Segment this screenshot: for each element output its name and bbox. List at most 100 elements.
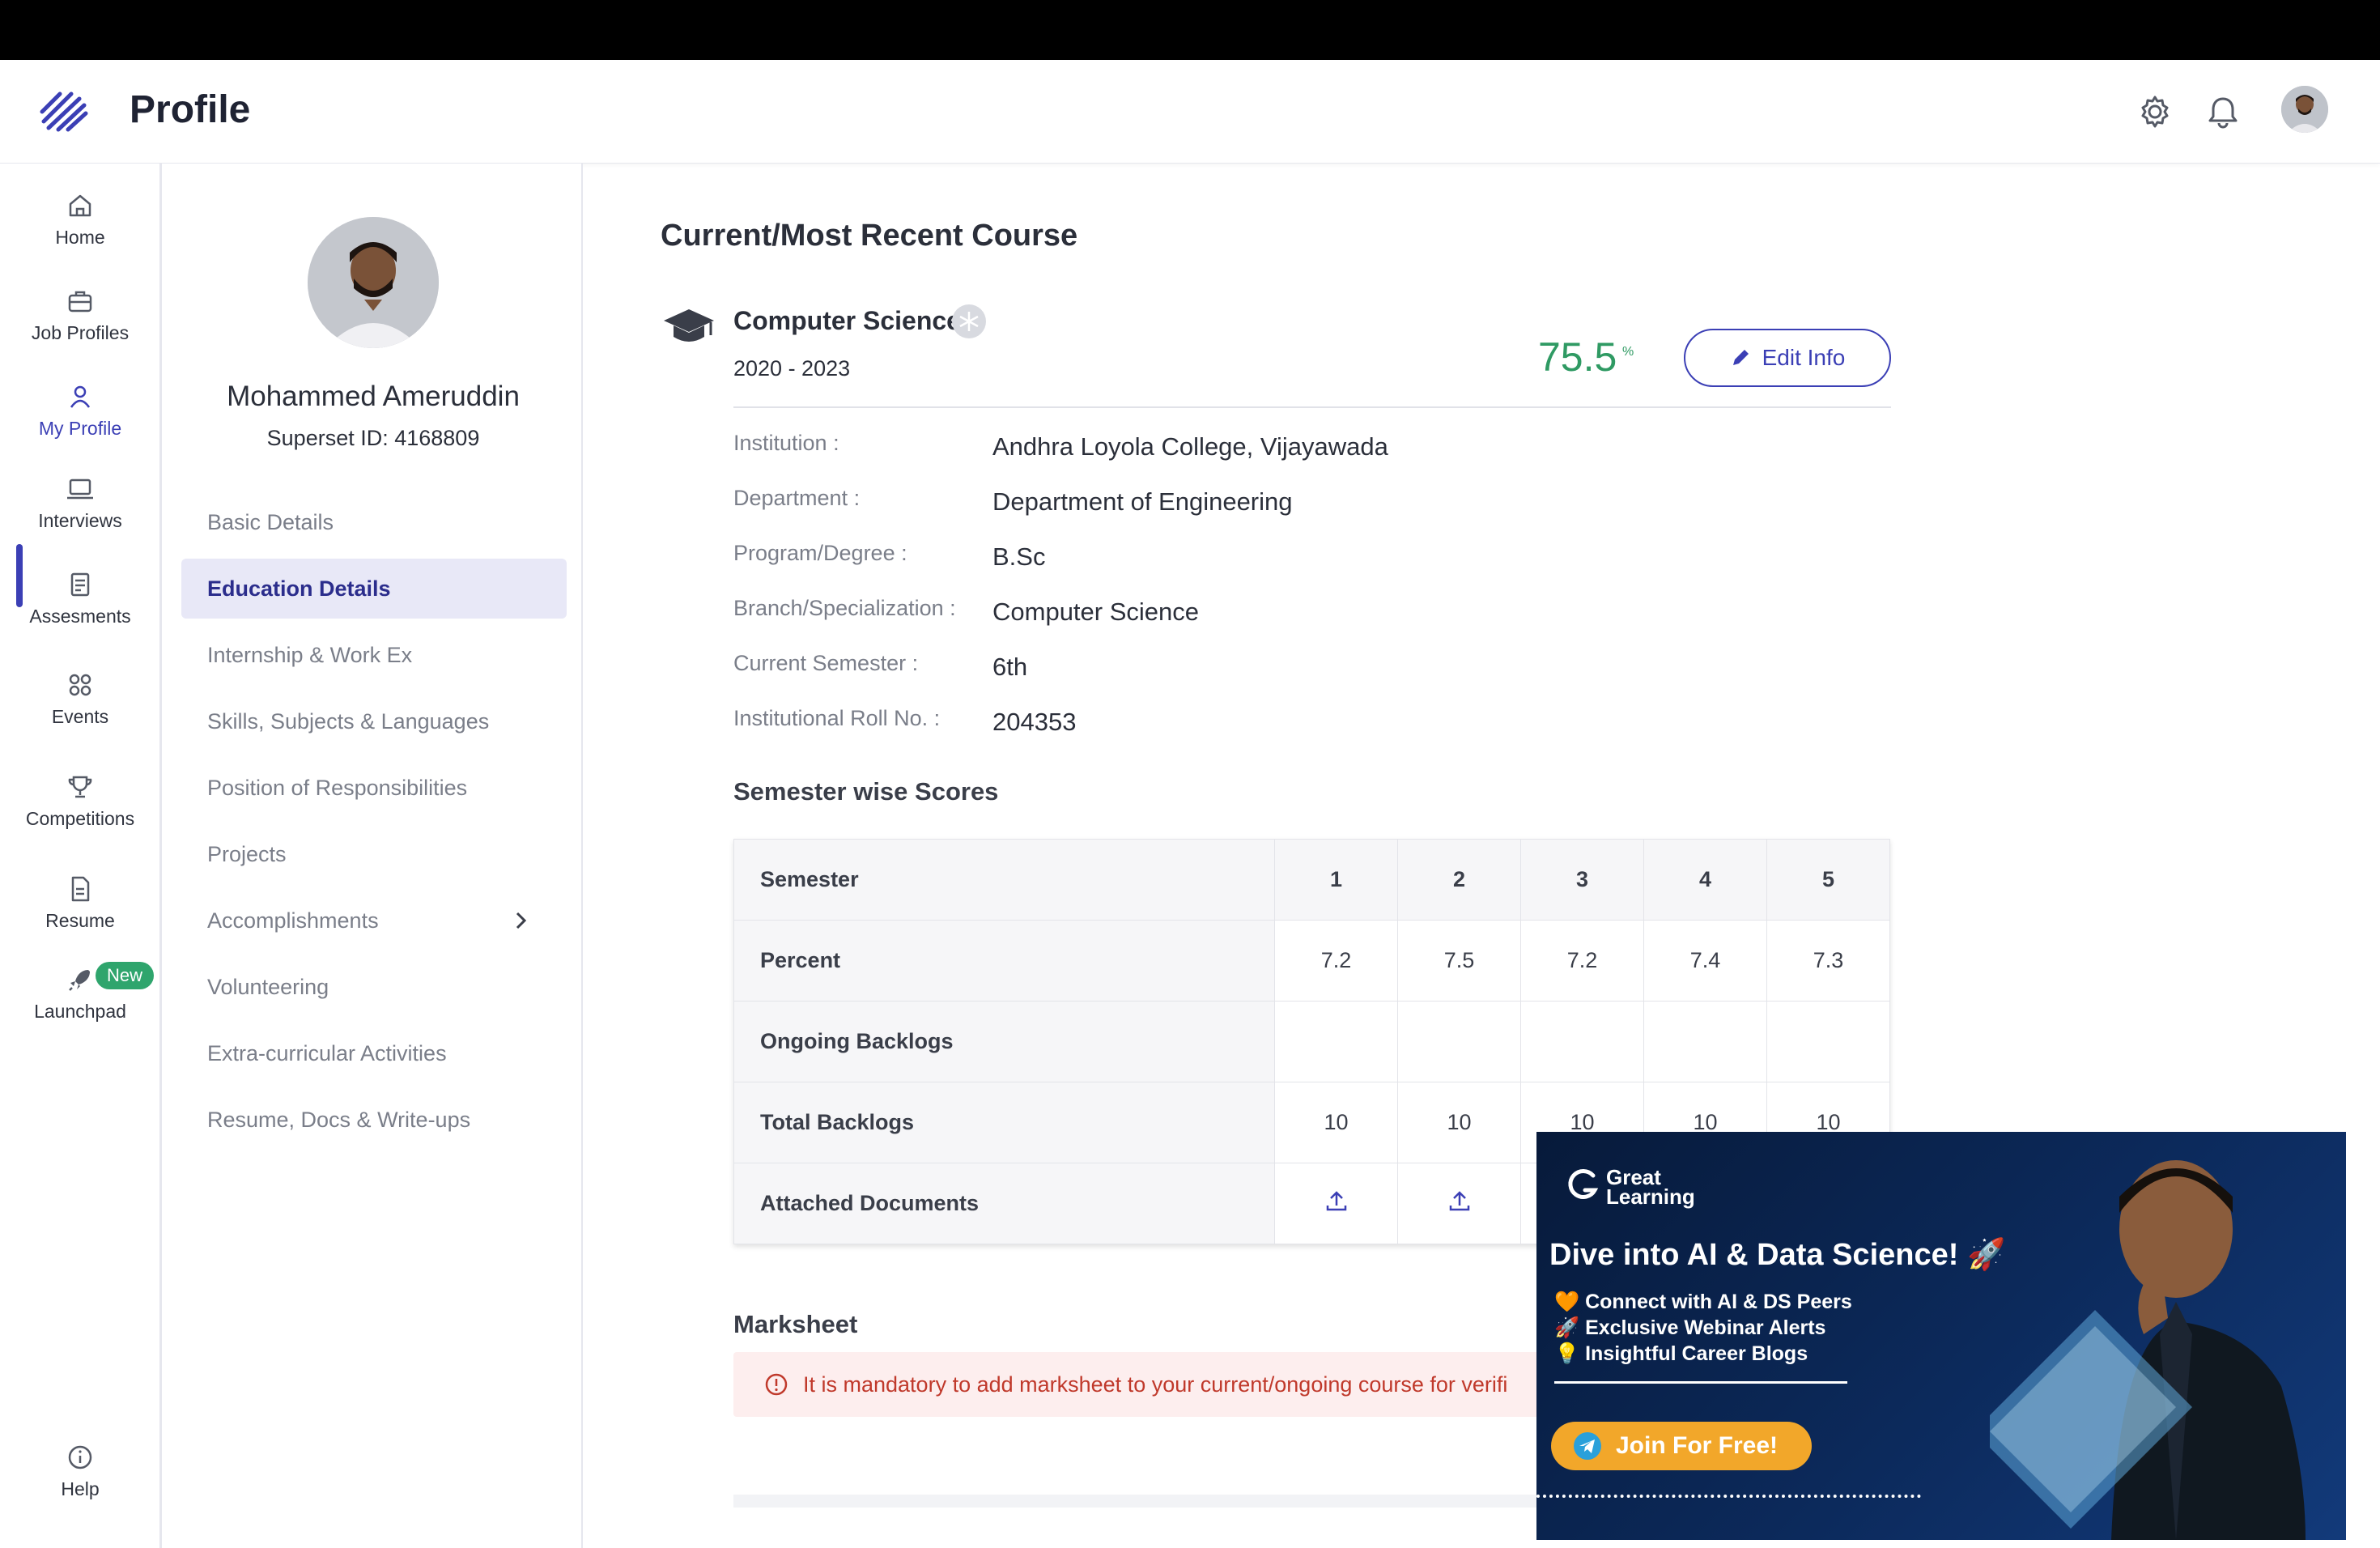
- join-button-label: Join For Free!: [1616, 1432, 1779, 1459]
- nav-interviews[interactable]: Interviews: [0, 473, 160, 554]
- nav-label: Resume: [45, 910, 115, 931]
- graduation-cap-icon: [664, 309, 714, 342]
- row-label: Percent: [733, 920, 1275, 1002]
- alert-icon: [765, 1373, 788, 1396]
- row-label: Ongoing Backlogs: [733, 1001, 1275, 1082]
- table-header-cell: 5: [1766, 839, 1890, 921]
- pencil-icon: [1732, 350, 1749, 365]
- superset-id: Superset ID: 4168809: [266, 426, 480, 450]
- profile-sidebar: Mohammed Ameruddin Superset ID: 4168809 …: [160, 164, 583, 1548]
- nav-assesments[interactable]: Assesments: [0, 568, 160, 649]
- course-percent: 75.5: [1538, 334, 1617, 380]
- ad-brand: Great Learning: [1606, 1167, 1695, 1209]
- chevron-right-icon: [516, 912, 527, 929]
- nav-home[interactable]: Home: [0, 189, 160, 270]
- edit-info-button[interactable]: Edit Info: [1684, 329, 1891, 387]
- menu-resume-docs[interactable]: Resume, Docs & Write-ups: [181, 1090, 567, 1150]
- course-name: Computer Science: [733, 306, 961, 335]
- nav-label: Interviews: [38, 510, 122, 531]
- top-black-bar: [0, 0, 2380, 60]
- grid-icon: [69, 674, 91, 696]
- menu-extra-curricular[interactable]: Extra-curricular Activities: [181, 1023, 567, 1083]
- table-cell: 10: [1274, 1082, 1398, 1163]
- upload-cell[interactable]: [1397, 1163, 1521, 1244]
- alert-text: It is mandatory to add marksheet to your…: [803, 1372, 1508, 1397]
- menu-volunteering[interactable]: Volunteering: [181, 957, 567, 1017]
- nav-label: Help: [61, 1478, 100, 1499]
- row-label: Total Backlogs: [733, 1082, 1275, 1163]
- current-semester-label: Current Semester :: [733, 651, 919, 675]
- menu-projects[interactable]: Projects: [181, 824, 567, 884]
- course-years: 2020 - 2023: [733, 356, 851, 381]
- nav-events[interactable]: Events: [0, 669, 160, 750]
- briefcase-icon: [68, 291, 92, 313]
- ad-divider: [1554, 1381, 1847, 1384]
- upload-icon[interactable]: [1324, 1188, 1349, 1214]
- menu-skills-subjects-languages[interactable]: Skills, Subjects & Languages: [181, 691, 567, 751]
- menu-accomplishments[interactable]: Accomplishments: [181, 891, 567, 950]
- semester-scores-title: Semester wise Scores: [733, 777, 999, 806]
- table-header-cell: 4: [1643, 839, 1767, 921]
- bell-icon[interactable]: [2204, 92, 2242, 131]
- laptop-icon: [67, 478, 93, 500]
- clipboard-icon: [70, 572, 90, 597]
- edit-info-label: Edit Info: [1762, 345, 1846, 370]
- table-row: Ongoing Backlogs: [733, 1001, 1890, 1082]
- user-avatar[interactable]: [2281, 86, 2328, 133]
- row-label: Attached Documents: [733, 1163, 1275, 1244]
- user-icon: [70, 385, 91, 408]
- app-header: Profile: [0, 60, 2380, 164]
- profile-photo: [308, 217, 439, 348]
- section-title: Current/Most Recent Course: [661, 219, 1078, 253]
- menu-internship-work-ex[interactable]: Internship & Work Ex: [181, 625, 567, 685]
- join-for-free-button[interactable]: Join For Free!: [1551, 1422, 1812, 1470]
- new-badge: New: [96, 962, 155, 989]
- table-cell: 7.3: [1766, 920, 1890, 1002]
- current-semester-value: 6th: [992, 653, 1028, 681]
- ad-brand-line2: Learning: [1606, 1184, 1695, 1209]
- table-cell: [1520, 1001, 1644, 1082]
- nav-job-profiles[interactable]: Job Profiles: [0, 285, 160, 366]
- promo-ad[interactable]: Great Learning Dive into AI & Data Scien…: [1536, 1132, 2346, 1540]
- app-logo-icon[interactable]: [36, 84, 92, 141]
- program-label: Program/Degree :: [733, 541, 907, 565]
- table-header-cell: 1: [1274, 839, 1398, 921]
- nav-label: Competitions: [25, 808, 135, 829]
- table-cell: 7.2: [1274, 920, 1398, 1002]
- program-value: B.Sc: [992, 542, 1046, 571]
- info-icon: [68, 1445, 92, 1469]
- upload-cell[interactable]: [1274, 1163, 1398, 1244]
- menu-education-details[interactable]: Education Details: [181, 559, 567, 619]
- profile-name: Mohammed Ameruddin: [227, 381, 520, 412]
- table-cell: [1766, 1001, 1890, 1082]
- nav-label: Assesments: [29, 606, 131, 627]
- institution-label: Institution :: [733, 431, 839, 455]
- gear-icon[interactable]: [2136, 92, 2174, 131]
- branch-label: Branch/Specialization :: [733, 596, 956, 620]
- telegram-icon: [1574, 1432, 1601, 1460]
- menu-basic-details[interactable]: Basic Details: [181, 492, 567, 552]
- ad-bullet: 💡 Insightful Career Blogs: [1554, 1342, 1808, 1365]
- nav-resume[interactable]: Resume: [0, 873, 160, 954]
- nav-my-profile[interactable]: My Profile: [0, 381, 160, 461]
- table-cell: [1274, 1001, 1398, 1082]
- institution-value: Andhra Loyola College, Vijayawada: [992, 432, 1388, 461]
- page-title: Profile: [130, 88, 251, 131]
- great-learning-logo-icon: [1568, 1168, 1599, 1199]
- table-cell: 7.5: [1397, 920, 1521, 1002]
- nav-label: Home: [55, 227, 105, 248]
- menu-position-of-responsibilities[interactable]: Position of Responsibilities: [181, 758, 567, 818]
- percent-sign: %: [1622, 345, 1634, 359]
- nav-competitions[interactable]: Competitions: [0, 771, 160, 852]
- table-cell: 7.2: [1520, 920, 1644, 1002]
- table-header-cell: 3: [1520, 839, 1644, 921]
- ad-bullet: 🧡 Connect with AI & DS Peers: [1554, 1291, 1852, 1313]
- ad-dotted-line: [1536, 1495, 1921, 1498]
- nav-help[interactable]: Help: [0, 1441, 160, 1522]
- upload-icon[interactable]: [1447, 1188, 1473, 1214]
- table-cell: 7.4: [1643, 920, 1767, 1002]
- marksheet-title: Marksheet: [733, 1310, 858, 1338]
- roll-no-value: 204353: [992, 708, 1077, 736]
- divider: [733, 406, 1891, 408]
- table-header-cell: Semester: [733, 839, 1275, 921]
